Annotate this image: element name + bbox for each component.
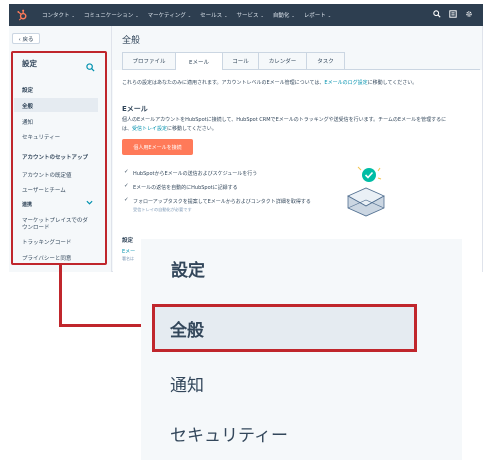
check-icon: ✓ bbox=[124, 197, 129, 203]
tab-tasks[interactable]: タスク bbox=[306, 52, 345, 69]
tab-calls[interactable]: コール bbox=[222, 52, 259, 69]
top-nav: コンタクト ⌄ コミュニケーション ⌄ マーケティング ⌄ セールス ⌄ サービス ⌄ 自… bbox=[9, 4, 483, 26]
tab-calendar[interactable]: カレンダー bbox=[258, 52, 307, 69]
desc2-suffix: に移動してください。 bbox=[167, 126, 217, 132]
email-link-partial[interactable]: Eメー bbox=[122, 248, 135, 255]
gear-icon[interactable] bbox=[465, 10, 473, 20]
account-notice: これらの設定はあなたのみに適用されます。アカウントレベルのEメール管理については… bbox=[122, 79, 417, 86]
notice-end-text: に移動してください。 bbox=[367, 80, 418, 86]
check-icon: ✓ bbox=[124, 169, 129, 175]
marketplace-icon[interactable] bbox=[449, 10, 457, 20]
zoom-item-notifications[interactable]: 通知 bbox=[170, 371, 204, 396]
email-description-line1: 個人のEメールアカウントをHubSpotに接続して、HubSpot CRMでEメ… bbox=[122, 117, 447, 123]
tab-email[interactable]: Eメール bbox=[175, 52, 223, 70]
hubspot-logo-icon[interactable] bbox=[11, 4, 33, 26]
inbox-settings-link[interactable]: 受信トレイ設定 bbox=[132, 126, 167, 132]
nav-contacts[interactable]: コンタクト ⌄ bbox=[42, 11, 75, 19]
feature-item: フォローアップタスクを提案してEメールからおよびコンタクト詳細を取得する bbox=[133, 199, 311, 205]
email-log-settings-link[interactable]: Eメールのログ設定 bbox=[324, 80, 367, 86]
nav-automation[interactable]: 自動化 ⌄ bbox=[273, 11, 295, 19]
email-section-title: Eメール bbox=[122, 105, 148, 113]
tab-profile[interactable]: プロファイル bbox=[122, 52, 176, 69]
email-envelope-illustration-icon bbox=[344, 164, 388, 220]
notice-text: これらの設定はあなたのみに適用されます。アカウントレベルのEメール管理については… bbox=[122, 80, 325, 86]
zoom-active-highlight-box bbox=[152, 304, 417, 352]
callout-arrow-horizontal bbox=[59, 324, 143, 327]
signature-text-partial: 署名は bbox=[122, 256, 134, 261]
search-icon[interactable] bbox=[433, 10, 441, 20]
desc2-prefix: は、 bbox=[122, 126, 133, 132]
email-description-line2: は、受信トレイ設定に移動してください。 bbox=[122, 125, 217, 132]
feature-item: HubSpotからEメールの送信およびスケジュールを行う bbox=[133, 171, 258, 177]
sidebar-highlight-box bbox=[11, 51, 107, 265]
feature-item: Eメールの返信を自動的にHubSpotに記録する bbox=[133, 185, 238, 191]
callout-arrow-vertical bbox=[59, 265, 62, 326]
nav-service[interactable]: サービス ⌄ bbox=[236, 11, 263, 19]
settings-tabs: プロファイル Eメール コール カレンダー タスク bbox=[122, 52, 480, 70]
screenshot-root: コンタクト ⌄ コミュニケーション ⌄ マーケティング ⌄ セールス ⌄ サービス ⌄ 自… bbox=[0, 0, 489, 472]
nav-conversations[interactable]: コミュニケーション ⌄ bbox=[84, 11, 139, 19]
feature-note: 受信トレイの自動化が必要です bbox=[133, 207, 192, 212]
nav-reports[interactable]: レポート ⌄ bbox=[304, 11, 331, 19]
nav-right-icons bbox=[433, 10, 473, 20]
zoom-section-heading: 設定 bbox=[171, 261, 205, 281]
back-button[interactable]: ‹ 戻る bbox=[12, 33, 40, 44]
nav-marketing[interactable]: マーケティング ⌄ bbox=[148, 11, 191, 19]
page-title: 全般 bbox=[122, 36, 141, 46]
zoom-item-security[interactable]: セキュリティー bbox=[170, 421, 288, 446]
nav-sales[interactable]: セールス ⌄ bbox=[200, 11, 227, 19]
check-icon: ✓ bbox=[124, 183, 129, 189]
connect-personal-email-button[interactable]: 個人用Eメールを接続 bbox=[122, 139, 193, 155]
settings-subheading: 設定 bbox=[122, 238, 134, 244]
